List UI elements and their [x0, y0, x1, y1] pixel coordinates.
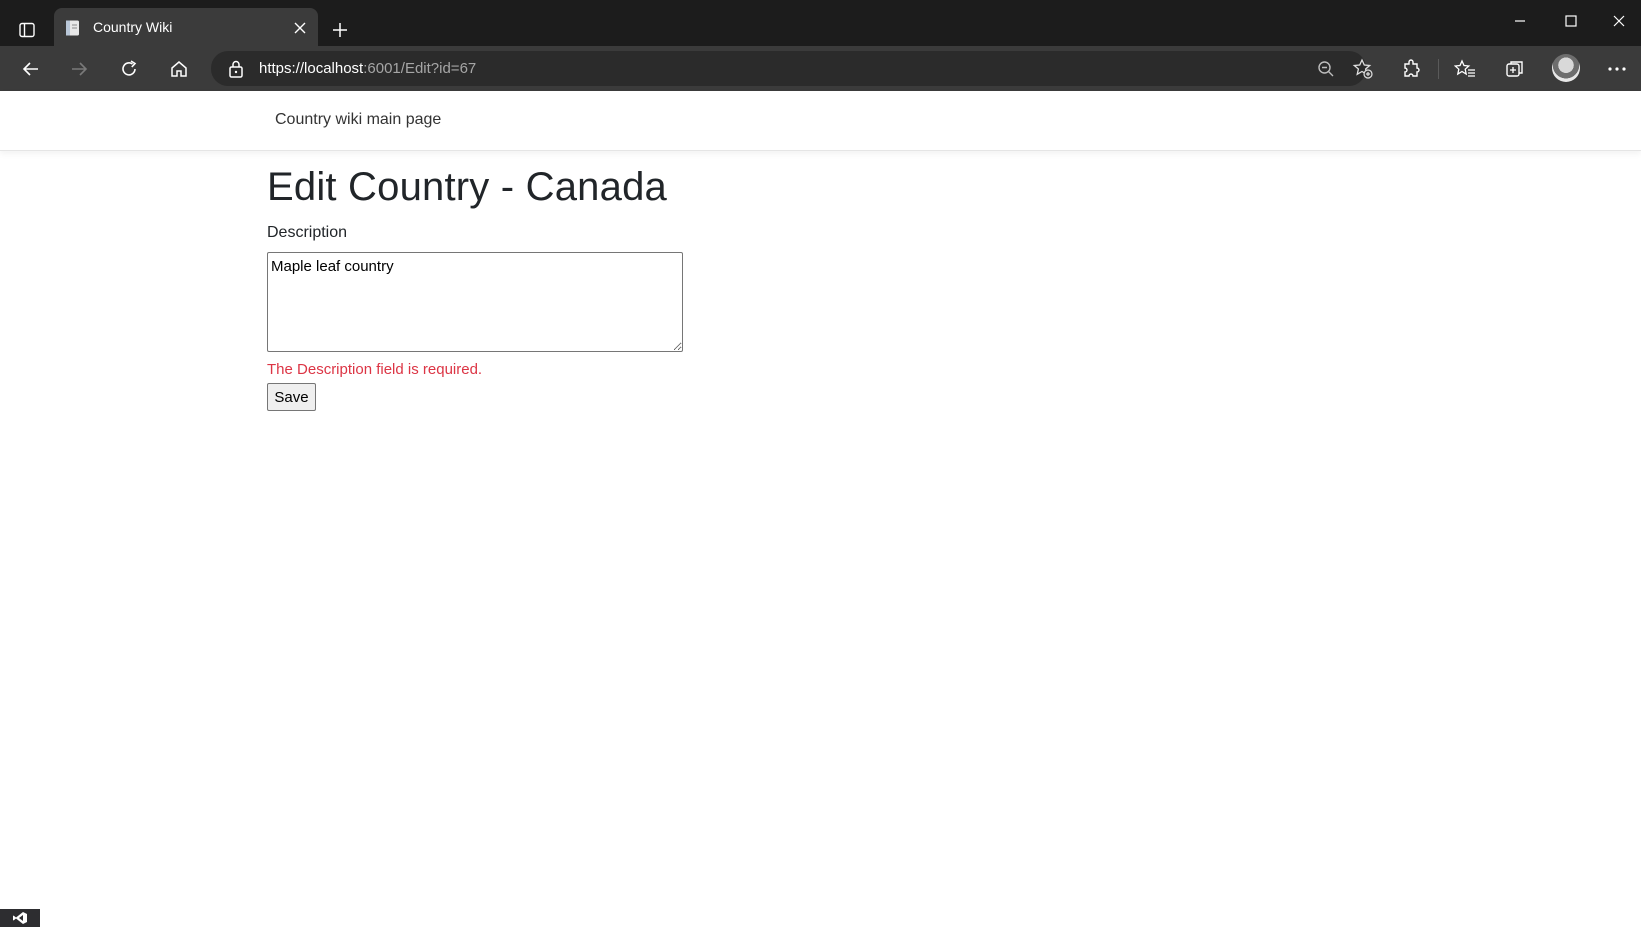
- lock-icon[interactable]: [227, 59, 245, 79]
- tab-title: Country Wiki: [93, 19, 173, 35]
- brand-link[interactable]: Country wiki main page: [275, 111, 441, 129]
- zoom-out-icon[interactable]: [1314, 57, 1338, 81]
- forward-arrow-icon[interactable]: [64, 54, 94, 84]
- url-text[interactable]: https://localhost:6001/Edit?id=67: [259, 60, 476, 77]
- site-navbar: Country wiki main page: [0, 91, 1641, 151]
- minimize-icon[interactable]: [1497, 6, 1543, 36]
- description-label: Description: [267, 224, 348, 241]
- toolbar-divider: [1438, 59, 1439, 79]
- page-title: Edit Country - Canada: [267, 165, 667, 209]
- maximize-icon[interactable]: [1548, 6, 1594, 36]
- browser-toolbar: https://localhost:6001/Edit?id=67: [0, 46, 1641, 91]
- tab-favicon-icon: [64, 19, 82, 37]
- browser-titlebar: Country Wiki: [0, 0, 1641, 46]
- more-icon[interactable]: [1602, 54, 1632, 84]
- window-close-icon[interactable]: [1599, 6, 1639, 36]
- save-button[interactable]: Save: [267, 383, 316, 411]
- profile-avatar[interactable]: [1552, 54, 1580, 82]
- visual-studio-icon[interactable]: [0, 909, 40, 927]
- description-textarea[interactable]: Maple leaf country: [267, 252, 683, 352]
- plus-icon[interactable]: [328, 18, 352, 42]
- refresh-icon[interactable]: [114, 54, 144, 84]
- back-arrow-icon[interactable]: [16, 54, 46, 84]
- validation-message: The Description field is required.: [267, 361, 483, 378]
- favorite-add-icon[interactable]: [1351, 57, 1375, 81]
- url-path: :6001/Edit?id=67: [363, 60, 477, 77]
- sidebar-toggle-icon[interactable]: [14, 19, 40, 41]
- collections-icon[interactable]: [1500, 54, 1530, 84]
- extensions-icon[interactable]: [1396, 54, 1426, 84]
- address-bar[interactable]: https://localhost:6001/Edit?id=67: [211, 51, 1373, 86]
- favorites-icon[interactable]: [1450, 54, 1480, 84]
- url-host: https://localhost: [259, 60, 364, 77]
- close-icon[interactable]: [290, 18, 310, 38]
- browser-tab[interactable]: Country Wiki: [54, 8, 318, 46]
- home-icon[interactable]: [164, 54, 194, 84]
